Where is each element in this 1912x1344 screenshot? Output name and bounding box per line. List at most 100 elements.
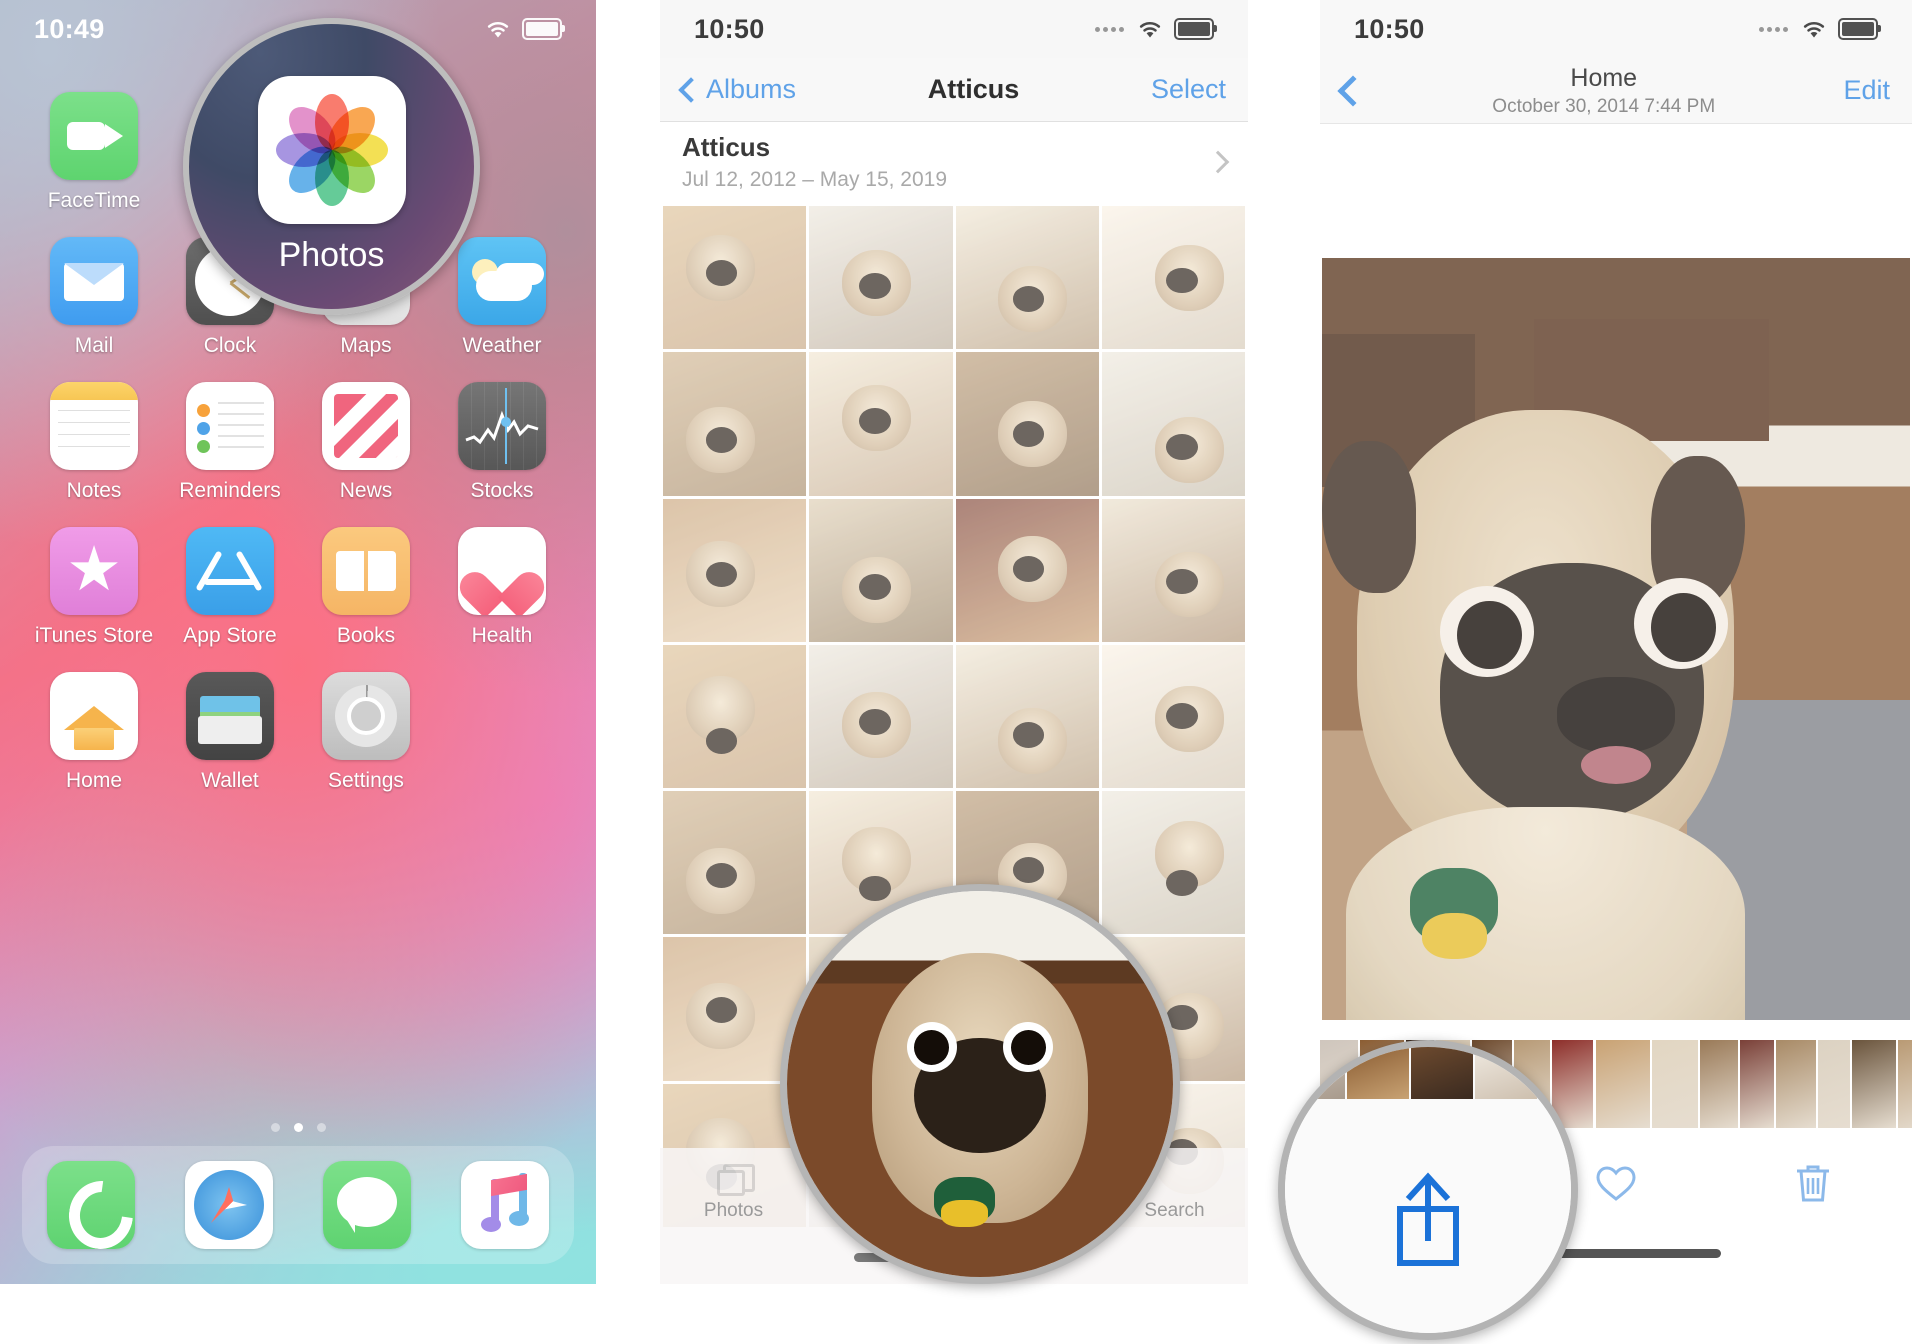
- page-dot[interactable]: [270, 1123, 280, 1132]
- magnifier-share-button[interactable]: [1278, 1040, 1578, 1340]
- chevron-right-icon[interactable]: [1206, 150, 1230, 174]
- navigation-bar-album: Albums Atticus Select: [660, 58, 1248, 122]
- filmstrip-thumbnail[interactable]: [1776, 1040, 1816, 1128]
- photo-thumbnail[interactable]: [809, 498, 953, 642]
- home-icon: [50, 672, 138, 760]
- battery-icon: [1174, 18, 1217, 40]
- tab-label: Photos: [703, 1200, 764, 1221]
- books-icon: [322, 527, 410, 615]
- photo-thumbnail[interactable]: [663, 791, 807, 935]
- photos-icon[interactable]: [257, 76, 406, 224]
- filmstrip-thumbnail[interactable]: [1898, 1040, 1912, 1128]
- status-time: 10:50: [694, 13, 765, 44]
- app-icon-wallet[interactable]: Wallet: [162, 672, 298, 793]
- news-icon: [322, 382, 410, 470]
- app-label: Notes: [66, 479, 122, 502]
- app-label: App Store: [183, 624, 277, 647]
- magnifier-app-label: Photos: [278, 236, 385, 274]
- photo-thumbnail[interactable]: [955, 352, 1099, 496]
- app-label: Books: [336, 624, 396, 647]
- tab-photos[interactable]: Photos: [660, 1164, 807, 1222]
- page-dots: [0, 1123, 596, 1132]
- heart-icon[interactable]: [1588, 1154, 1644, 1210]
- app-icon-settings[interactable]: Settings: [298, 672, 434, 793]
- filmstrip-thumbnail[interactable]: [1652, 1040, 1698, 1128]
- app-label: iTunes Store: [34, 624, 154, 647]
- health-icon: [458, 527, 546, 615]
- share-icon: [1397, 1172, 1459, 1266]
- dock: [22, 1146, 574, 1264]
- photos-flower-glyph: [274, 92, 390, 208]
- app-icon-home[interactable]: Home: [26, 672, 162, 793]
- app-icon-books[interactable]: Books: [298, 527, 434, 648]
- app-icon-facetime[interactable]: FaceTime: [26, 92, 162, 213]
- wallet-icon: [186, 672, 274, 760]
- trash-icon[interactable]: [1785, 1154, 1841, 1210]
- photo-thumbnail[interactable]: [663, 644, 807, 788]
- photo-thumbnail[interactable]: [809, 206, 953, 350]
- app-label: Weather: [462, 334, 542, 357]
- app-icon-mail[interactable]: Mail: [26, 237, 162, 358]
- app-label: Health: [471, 624, 533, 647]
- photo-viewer[interactable]: [1322, 258, 1910, 1020]
- page-dot-active[interactable]: [293, 1123, 303, 1132]
- album-header-row[interactable]: Atticus Jul 12, 2012 – May 15, 2019: [660, 122, 1248, 202]
- app-slot-empty: [434, 672, 570, 793]
- app-icon-reminders[interactable]: Reminders: [162, 382, 298, 503]
- photo-thumbnail[interactable]: [955, 206, 1099, 350]
- app-icon-stocks[interactable]: Stocks: [434, 382, 570, 503]
- phone-icon[interactable]: [47, 1161, 135, 1249]
- notes-icon: [50, 382, 138, 470]
- app-label: Maps: [340, 334, 392, 357]
- filmstrip-thumbnail[interactable]: [1700, 1040, 1738, 1128]
- settings-icon: [322, 672, 410, 760]
- app-label: Wallet: [201, 769, 259, 792]
- page-title: Atticus: [927, 74, 1020, 104]
- back-label: Albums: [706, 74, 797, 104]
- signal-dots-icon: [1095, 26, 1124, 32]
- photo-thumbnail[interactable]: [663, 352, 807, 496]
- photo-thumbnail[interactable]: [1101, 644, 1245, 788]
- photo-thumbnail[interactable]: [955, 644, 1099, 788]
- app-icon-notes[interactable]: Notes: [26, 382, 162, 503]
- chevron-left-icon[interactable]: [1337, 74, 1369, 107]
- album-title: Atticus: [682, 132, 771, 162]
- filmstrip-thumbnail[interactable]: [1818, 1040, 1850, 1128]
- messages-icon[interactable]: [323, 1161, 411, 1249]
- signal-dots-icon: [1759, 26, 1788, 32]
- navigation-bar-photo: Home October 30, 2014 7:44 PM Edit: [1320, 58, 1912, 124]
- music-icon[interactable]: [461, 1161, 549, 1249]
- app-label: News: [339, 479, 393, 502]
- filmstrip-thumbnail[interactable]: [1740, 1040, 1774, 1128]
- app-label: Reminders: [179, 479, 281, 502]
- itunes-store-icon: [50, 527, 138, 615]
- status-time: 10:49: [34, 13, 105, 44]
- filmstrip-thumbnail[interactable]: [1852, 1040, 1896, 1128]
- status-time: 10:50: [1354, 13, 1425, 44]
- photo-thumbnail[interactable]: [809, 644, 953, 788]
- back-to-albums-button[interactable]: Albums: [678, 74, 797, 105]
- app-icon-news[interactable]: News: [298, 382, 434, 503]
- photo-thumbnail[interactable]: [663, 206, 807, 350]
- photo-thumbnail[interactable]: [1101, 498, 1245, 642]
- app-icon-itunes-store[interactable]: iTunes Store: [26, 527, 162, 648]
- photo-thumbnail[interactable]: [1101, 206, 1245, 350]
- app-icon-health[interactable]: Health: [434, 527, 570, 648]
- wifi-icon: [1137, 20, 1163, 39]
- filmstrip-thumbnail[interactable]: [1593, 1040, 1653, 1128]
- photo-thumbnail[interactable]: [809, 352, 953, 496]
- magnifier-photo-thumbnail[interactable]: [780, 884, 1180, 1284]
- photo-thumbnail[interactable]: [955, 498, 1099, 642]
- photo-thumbnail[interactable]: [1101, 352, 1245, 496]
- photo-thumbnail[interactable]: [663, 498, 807, 642]
- edit-button[interactable]: Edit: [1843, 75, 1890, 106]
- facetime-icon: [50, 92, 138, 180]
- chevron-left-icon: [678, 76, 704, 103]
- select-button[interactable]: Select: [1151, 74, 1226, 105]
- app-icon-app-store[interactable]: App Store: [162, 527, 298, 648]
- app-label: FaceTime: [47, 189, 141, 212]
- status-bar-album: 10:50: [660, 0, 1248, 58]
- safari-icon[interactable]: [185, 1161, 273, 1249]
- page-dot[interactable]: [316, 1123, 326, 1132]
- app-label: Mail: [74, 334, 114, 357]
